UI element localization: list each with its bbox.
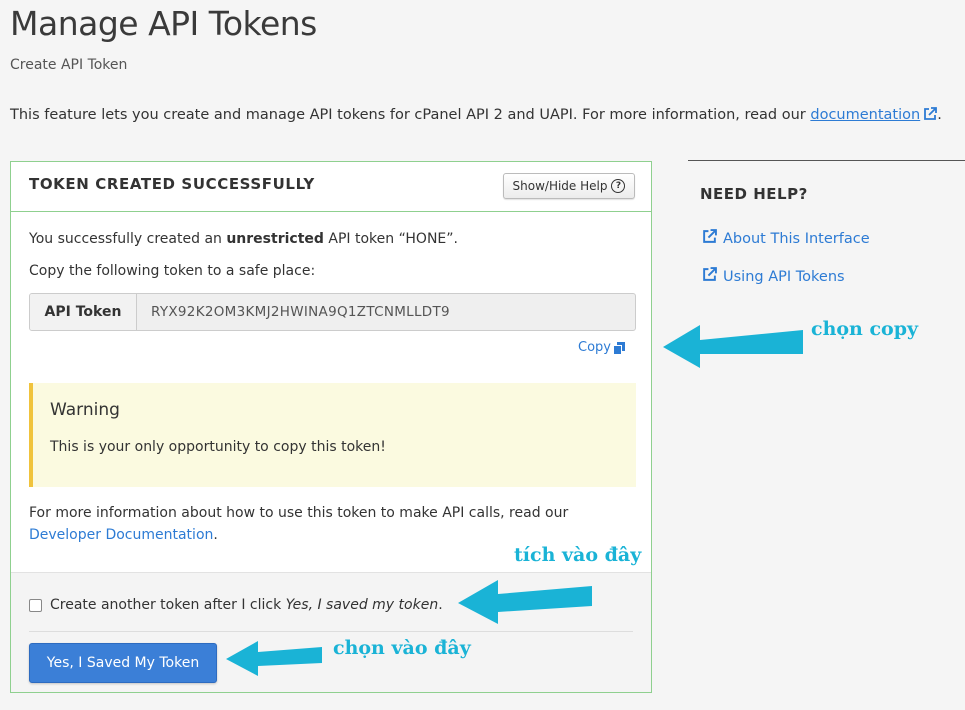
need-help-title: NEED HELP? — [700, 185, 808, 203]
warning-title: Warning — [50, 400, 120, 420]
external-link-icon[interactable] — [923, 107, 938, 121]
saved-token-button[interactable]: Yes, I Saved My Token — [29, 643, 217, 683]
api-token-value[interactable]: RYX92K2OM3KMJ2HWINA9Q1ZTCNMLLDT9 — [137, 294, 635, 330]
using-api-tokens-link[interactable]: Using API Tokens — [702, 267, 845, 286]
checkbox-annotation: tích vào đây — [514, 544, 642, 566]
using-api-tokens-label: Using API Tokens — [723, 268, 845, 285]
unrestricted-label: unrestricted — [226, 231, 324, 247]
warning-text: This is your only opportunity to copy th… — [50, 439, 386, 455]
intro-period: . — [937, 107, 942, 123]
about-interface-label: About This Interface — [723, 230, 870, 247]
api-token-label: API Token — [30, 294, 137, 330]
checkbox-label: Create another token after I click Yes, … — [50, 597, 443, 613]
create-another-token-checkbox[interactable] — [29, 598, 42, 612]
info-text: For more information about how to use th… — [29, 505, 569, 521]
intro-text: This feature lets you create and manage … — [10, 107, 942, 123]
info-period: . — [213, 527, 218, 543]
developer-documentation-link[interactable]: Developer Documentation — [29, 527, 213, 543]
intro-description: This feature lets you create and manage … — [10, 107, 811, 123]
copy-instruction: Copy the following token to a safe place… — [29, 263, 316, 279]
create-another-token-option[interactable]: Create another token after I click Yes, … — [29, 597, 443, 613]
copy-label: Copy — [578, 340, 611, 355]
page-subtitle: Create API Token — [10, 57, 128, 73]
question-icon: ? — [611, 179, 626, 193]
copy-annotation: chọn copy — [811, 318, 919, 340]
need-help-panel: NEED HELP? About This Interface Using AP… — [688, 160, 965, 285]
about-interface-link[interactable]: About This Interface — [702, 229, 870, 248]
show-hide-help-button[interactable]: Show/Hide Help ? — [503, 173, 635, 199]
success-prefix: You successfully created an — [29, 231, 227, 247]
card-footer: Create another token after I click Yes, … — [11, 572, 651, 692]
success-suffix: API token “HONE”. — [323, 231, 458, 247]
warning-callout: Warning This is your only opportunity to… — [29, 383, 636, 487]
documentation-link[interactable]: documentation — [810, 107, 920, 123]
button-annotation: chọn vào đây — [333, 637, 471, 659]
card-title: TOKEN CREATED SUCCESSFULLY — [29, 175, 315, 193]
copy-arrow — [663, 325, 803, 368]
copy-button[interactable]: Copy — [578, 340, 625, 355]
token-created-card: TOKEN CREATED SUCCESSFULLY Show/Hide Hel… — [10, 161, 652, 693]
copy-icon — [613, 341, 625, 354]
page-title: Manage API Tokens — [10, 4, 317, 43]
card-header: TOKEN CREATED SUCCESSFULLY Show/Hide Hel… — [11, 162, 651, 212]
external-link-icon — [702, 229, 717, 248]
success-message: You successfully created an unrestricted… — [29, 231, 458, 247]
checkbox-label-prefix: Create another token after I click — [50, 597, 286, 613]
checkbox-label-italic: Yes, I saved my token — [285, 597, 439, 613]
footer-divider — [29, 631, 633, 632]
external-link-icon — [702, 267, 717, 286]
api-token-field: API Token RYX92K2OM3KMJ2HWINA9Q1ZTCNMLLD… — [29, 293, 636, 331]
checkbox-label-suffix: . — [438, 597, 443, 613]
help-button-label: Show/Hide Help — [512, 179, 608, 193]
developer-info: For more information about how to use th… — [29, 502, 629, 546]
